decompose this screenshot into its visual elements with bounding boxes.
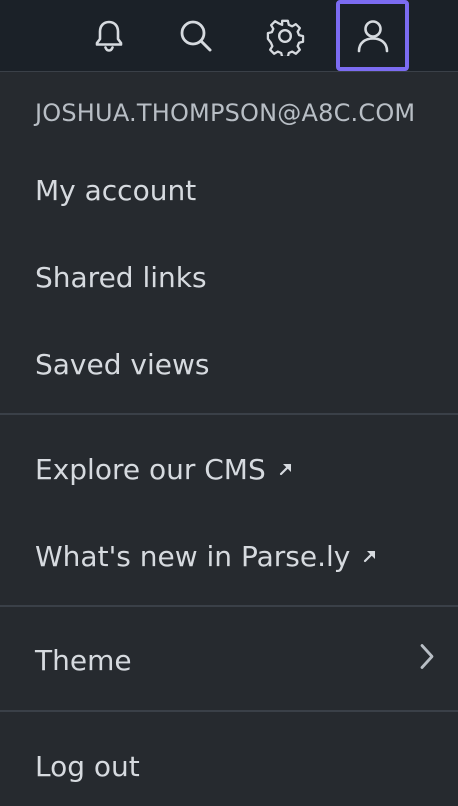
menu-item-label: Saved views <box>35 347 210 381</box>
menu-item-label: What's new in Parse.ly <box>35 539 351 573</box>
chevron-right-icon <box>418 643 436 678</box>
notifications-button[interactable] <box>73 0 145 72</box>
search-button[interactable] <box>160 0 232 72</box>
menu-divider <box>0 605 458 607</box>
external-link-icon <box>278 461 294 477</box>
settings-button[interactable] <box>249 0 321 72</box>
menu-divider <box>0 413 458 415</box>
gear-icon <box>266 19 305 56</box>
menu-item-label: Explore our CMS <box>35 452 266 486</box>
external-link-icon <box>362 548 378 564</box>
menu-item-log-out[interactable]: Log out <box>0 726 458 806</box>
menu-divider <box>0 710 458 712</box>
menu-item-explore-cms[interactable]: Explore our CMS <box>0 429 458 509</box>
user-icon <box>357 19 388 52</box>
menu-item-label: Log out <box>35 749 140 783</box>
top-navigation-bar <box>0 0 458 72</box>
menu-item-theme[interactable]: Theme <box>0 620 458 700</box>
user-menu-button[interactable] <box>336 0 409 71</box>
menu-item-shared-links[interactable]: Shared links <box>0 237 458 317</box>
menu-item-label: My account <box>35 173 197 207</box>
account-email: JOSHUA.THOMPSON@A8C.COM <box>35 99 416 127</box>
search-icon <box>180 20 212 52</box>
menu-item-saved-views[interactable]: Saved views <box>0 324 458 404</box>
bell-icon <box>95 20 123 52</box>
menu-item-my-account[interactable]: My account <box>0 150 458 230</box>
menu-item-label: Shared links <box>35 260 207 294</box>
menu-item-whats-new[interactable]: What's new in Parse.ly <box>0 516 458 596</box>
menu-item-label: Theme <box>35 643 132 677</box>
